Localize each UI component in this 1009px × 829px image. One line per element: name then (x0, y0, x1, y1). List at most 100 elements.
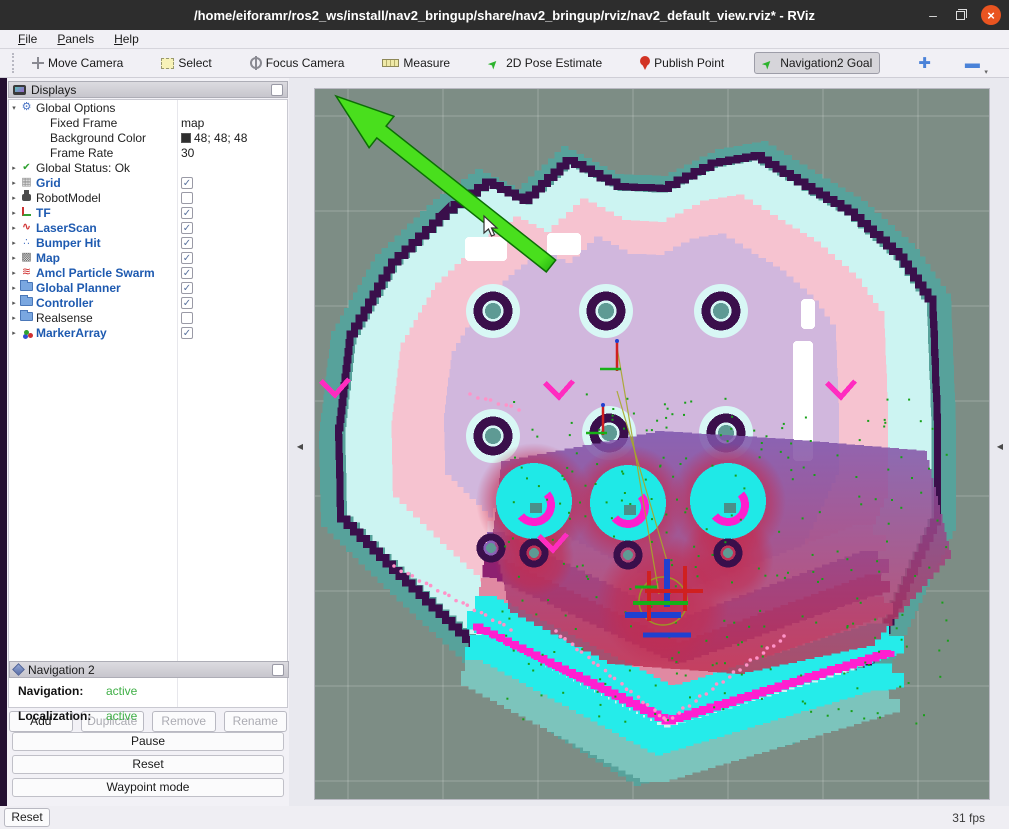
pause-button[interactable]: Pause (12, 732, 284, 751)
display-row-controller[interactable]: ▸Controller✓ (9, 295, 287, 310)
nav2-panel-checkbox[interactable] (272, 664, 284, 676)
nav2-panel-header[interactable]: Navigation 2 (9, 661, 289, 678)
expander-icon[interactable]: ▸ (9, 179, 19, 187)
time-reset-button[interactable]: Reset (4, 808, 50, 827)
waypoint-mode-button[interactable]: Waypoint mode (12, 778, 284, 797)
display-row-global-status-ok[interactable]: ▸Global Status: Ok (9, 160, 287, 175)
expander-icon[interactable]: ▸ (9, 224, 19, 232)
display-label: Grid (34, 176, 61, 190)
display-row-realsense[interactable]: ▸Realsense (9, 310, 287, 325)
close-button[interactable]: × (981, 5, 1001, 25)
status-navigation: Navigation:active (8, 678, 288, 703)
title-bar: /home/eiforamr/ros2_ws/install/nav2_brin… (0, 0, 1009, 30)
display-label: RobotModel (34, 191, 101, 205)
display-row-map[interactable]: ▸Map✓ (9, 250, 287, 265)
minimize-button[interactable]: – (926, 10, 940, 20)
window-controls: – × (926, 0, 1001, 30)
display-checkbox[interactable]: ✓ (181, 282, 193, 294)
displays-panel-checkbox[interactable] (271, 84, 283, 96)
display-checkbox[interactable]: ✓ (181, 252, 193, 264)
tool-caret-icon[interactable]: ▾ (984, 68, 988, 76)
display-row-background-color[interactable]: Background Color 48; 48; 48 (9, 130, 287, 145)
display-row-robotmodel[interactable]: ▸ RobotModel (9, 190, 287, 205)
display-label: MarkerArray (34, 326, 107, 340)
display-label: Background Color (48, 131, 146, 145)
display-label: Global Options (34, 101, 115, 115)
add-tool-button[interactable]: ✚ (918, 54, 931, 72)
display-checkbox[interactable]: ✓ (181, 267, 193, 279)
folder-icon (19, 311, 34, 324)
tool-move-camera[interactable]: Move Camera (24, 52, 131, 74)
left-collapse-handle[interactable]: ◀ (295, 435, 305, 457)
color-swatch (181, 133, 191, 143)
display-checkbox[interactable]: ✓ (181, 222, 193, 234)
value-text: 30 (181, 146, 194, 160)
expander-icon[interactable]: ▸ (9, 164, 19, 172)
display-row-tf[interactable]: ▸TF✓ (9, 205, 287, 220)
display-label: Global Planner (34, 281, 121, 295)
expander-icon[interactable]: ▸ (9, 239, 19, 247)
display-row-bumper-hit[interactable]: ▸Bumper Hit✓ (9, 235, 287, 250)
property-value[interactable]: 48; 48; 48 (181, 131, 247, 145)
expander-icon[interactable]: ▾ (9, 104, 19, 112)
display-checkbox[interactable]: ✓ (181, 237, 193, 249)
display-label: Amcl Particle Swarm (34, 266, 155, 280)
menu-file[interactable]: File (10, 31, 45, 47)
expander-icon[interactable]: ▸ (9, 269, 19, 277)
display-row-fixed-frame[interactable]: Fixed Framemap (9, 115, 287, 130)
display-checkbox[interactable]: ✓ (181, 207, 193, 219)
display-row-amcl-particle-swarm[interactable]: ▸ Amcl Particle Swarm ✓ (9, 265, 287, 280)
display-checkbox[interactable]: ✓ (181, 177, 193, 189)
expander-icon[interactable]: ▸ (9, 329, 19, 337)
display-checkbox[interactable] (181, 192, 193, 204)
display-row-global-planner[interactable]: ▸ Global Planner ✓ (9, 280, 287, 295)
status-label: Navigation: (18, 684, 106, 698)
status-value: active (106, 709, 137, 723)
tool-publish-point[interactable]: Publish Point (632, 52, 732, 74)
menu-panels[interactable]: Panels (49, 31, 102, 47)
expander-icon[interactable]: ▸ (9, 284, 19, 292)
tool-label-move-camera: Move Camera (48, 56, 123, 70)
expander-icon[interactable]: ▸ (9, 209, 19, 217)
nav2-panel-body: Navigation:activeLocalization:activePaus… (8, 678, 288, 797)
displays-tree: ▾ Global OptionsFixed FramemapBackground … (8, 99, 288, 708)
display-row-frame-rate[interactable]: Frame Rate30 (9, 145, 287, 160)
menu-help[interactable]: Help (106, 31, 147, 47)
nav2-costmap-scene[interactable] (315, 89, 990, 800)
display-checkbox[interactable]: ✓ (181, 297, 193, 309)
focus-camera-icon (250, 57, 262, 69)
display-row-grid[interactable]: ▸ Grid ✓ (9, 175, 287, 190)
amcl-icon (19, 266, 34, 279)
displays-panel-title: Displays (31, 83, 266, 97)
property-value[interactable]: map (181, 116, 204, 130)
display-row-markerarray[interactable]: ▸ MarkerArray ✓ (9, 325, 287, 340)
toolbar-grip[interactable] (12, 53, 16, 73)
expander-icon[interactable]: ▸ (9, 254, 19, 262)
property-value[interactable]: 30 (181, 146, 194, 160)
display-checkbox[interactable]: ✓ (181, 327, 193, 339)
remove-tool-button[interactable]: ▬ ▾ (965, 55, 980, 72)
laser-icon (19, 221, 34, 234)
expander-icon[interactable]: ▸ (9, 314, 19, 322)
tool-2d-pose-estimate[interactable]: 2D Pose Estimate (480, 52, 610, 74)
menu-bar: FilePanelsHelp (0, 30, 1009, 49)
expander-icon[interactable]: ▸ (9, 194, 19, 202)
restore-button[interactable] (956, 11, 965, 20)
expander-icon[interactable]: ▸ (9, 299, 19, 307)
tool-focus-camera[interactable]: Focus Camera (242, 52, 353, 74)
tool-navigation2-goal[interactable]: Navigation2 Goal (754, 52, 880, 74)
render-viewport[interactable] (314, 88, 990, 800)
toolbar: Move Camera Select Focus Camera Measure 2D P… (0, 49, 1009, 78)
display-checkbox[interactable] (181, 312, 193, 324)
tool-select[interactable]: Select (153, 52, 219, 74)
map-pin-icon (640, 56, 650, 66)
tool-measure[interactable]: Measure (374, 52, 458, 74)
right-collapse-handle[interactable]: ◀ (995, 435, 1005, 457)
move-camera-icon (32, 57, 44, 69)
displays-panel-header[interactable]: Displays (8, 81, 288, 98)
value-text: map (181, 116, 204, 130)
display-row-laserscan[interactable]: ▸LaserScan✓ (9, 220, 287, 235)
nav2-icon (12, 663, 25, 676)
reset-button[interactable]: Reset (12, 755, 284, 774)
display-row-global-options[interactable]: ▾ Global Options (9, 100, 287, 115)
